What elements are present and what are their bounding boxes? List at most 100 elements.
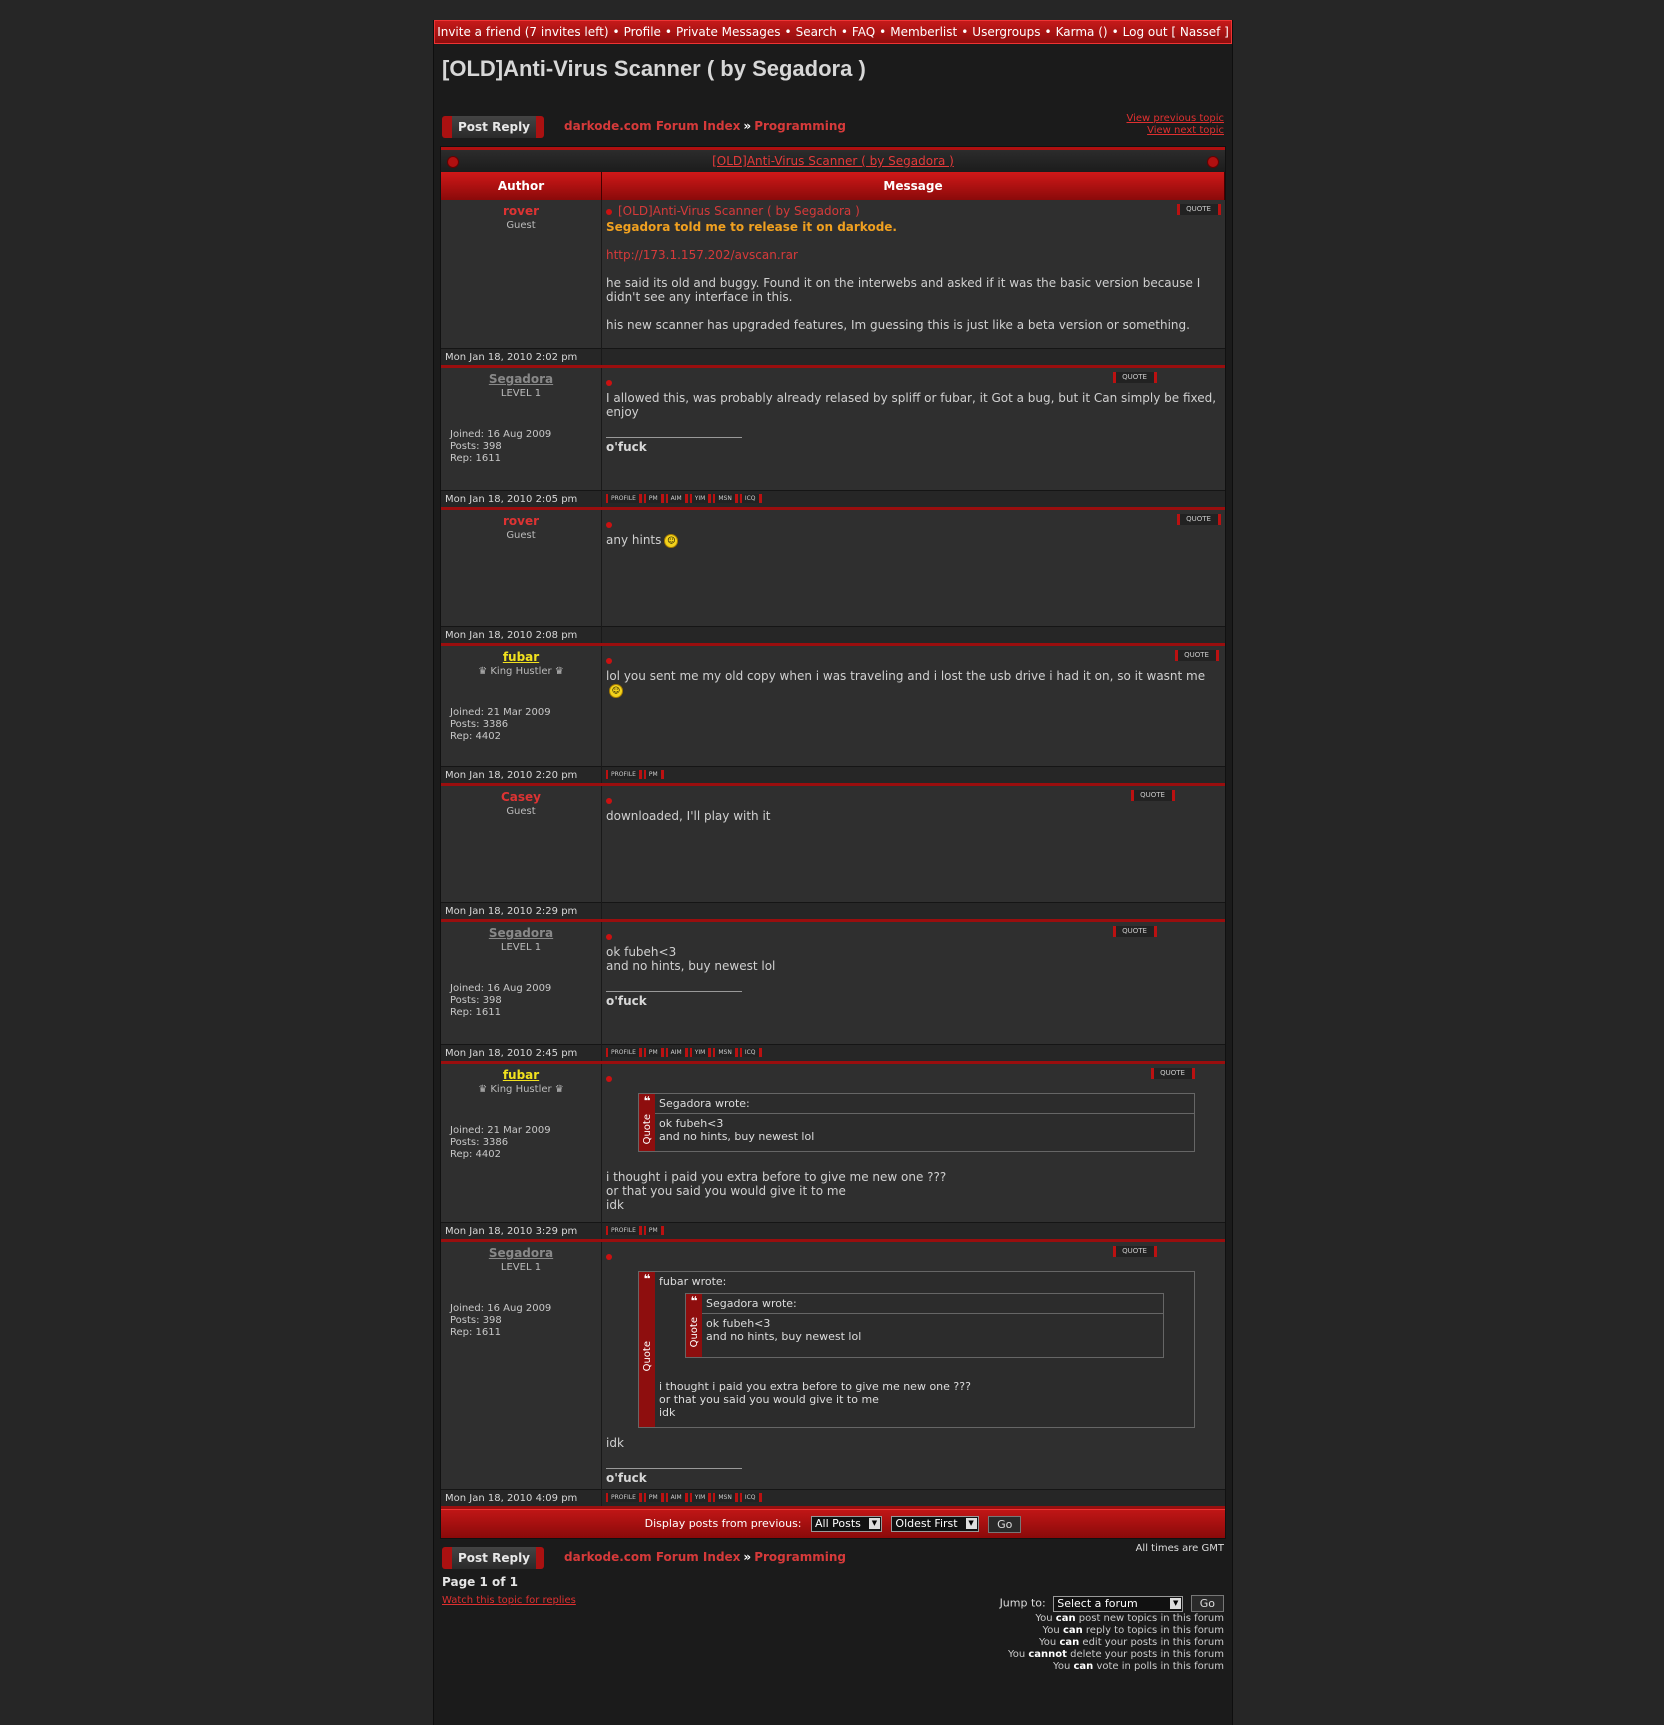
dropdown-arrow-icon: ▼: [1170, 1597, 1182, 1609]
nav-search[interactable]: Search: [796, 25, 837, 39]
aim-button[interactable]: AIM: [665, 1493, 688, 1502]
quote-button[interactable]: QUOTE: [1112, 926, 1157, 937]
icq-button[interactable]: ICQ: [739, 1493, 762, 1502]
post-row: fubar ♛ King Hustler ♛ Joined: 21 Mar 20…: [441, 1062, 1225, 1223]
yim-button[interactable]: YIM: [689, 1048, 712, 1057]
author-rank: Guest: [506, 220, 536, 231]
breadcrumb-forum-index[interactable]: darkode.com Forum Index: [564, 1550, 740, 1564]
quote-body: Segadora wrote: ok fubeh<3 and no hints,…: [655, 1094, 1194, 1151]
quote-block: ❝ Quote Segadora wrote: ok fubeh<3 and no…: [638, 1093, 1195, 1152]
pm-button[interactable]: PM: [643, 770, 664, 779]
nav-memberlist[interactable]: Memberlist: [890, 25, 957, 39]
icq-button[interactable]: ICQ: [739, 1048, 762, 1057]
profile-button[interactable]: PROFILE: [606, 1493, 642, 1502]
author-name[interactable]: fubar: [441, 1068, 601, 1082]
view-previous-topic-link[interactable]: View previous topic: [1126, 113, 1224, 125]
post-signature: o'fuck: [606, 437, 742, 454]
navigation-row: Post Reply darkode.com Forum Index» Progr…: [442, 113, 1224, 142]
author-posts: Posts: 398: [450, 441, 502, 452]
author-stats: Joined: 21 Mar 2009 Posts: 3386 Rep: 440…: [450, 1125, 601, 1161]
permission-line: You can edit your posts in this forum: [1039, 1637, 1224, 1648]
post-reply-button[interactable]: Post Reply: [442, 116, 544, 138]
yim-button[interactable]: YIM: [689, 1493, 712, 1502]
post-text: ok fubeh<3: [606, 945, 677, 959]
post-message-cell: QUOTE any hints ☺: [601, 508, 1225, 627]
post-author-cell: rover Guest: [441, 508, 602, 627]
author-stats: Joined: 16 Aug 2009 Posts: 398 Rep: 1611: [450, 429, 601, 465]
pm-button[interactable]: PM: [643, 1048, 664, 1057]
author-name[interactable]: Segadora: [441, 1246, 601, 1260]
nav-private-messages[interactable]: Private Messages: [676, 25, 781, 39]
nav-faq[interactable]: FAQ: [852, 25, 875, 39]
post-footer-actions: [601, 348, 1225, 368]
author-rep: Rep: 1611: [450, 453, 501, 464]
post-footer: Mon Jan 18, 2010 2:08 pm: [441, 626, 1225, 646]
posts-range-select[interactable]: All Posts ▼: [811, 1516, 882, 1532]
msn-button[interactable]: MSN: [713, 1048, 738, 1057]
tongue-emoticon-icon: ☺: [609, 683, 623, 698]
post-signature: o'fuck: [606, 991, 742, 1008]
yim-button[interactable]: YIM: [689, 494, 712, 503]
msn-button[interactable]: MSN: [713, 494, 738, 503]
pm-button[interactable]: PM: [643, 494, 664, 503]
aim-button[interactable]: AIM: [665, 494, 688, 503]
quote-button[interactable]: QUOTE: [1174, 650, 1219, 661]
post-text: or that you said you would give it to me: [606, 1184, 846, 1198]
panel-topic-link[interactable]: [OLD]Anti-Virus Scanner ( by Segadora ): [712, 154, 954, 168]
nav-profile[interactable]: Profile: [624, 25, 661, 39]
author-posts: Posts: 3386: [450, 719, 509, 730]
quote-button[interactable]: QUOTE: [1112, 1246, 1157, 1257]
jump-go-button[interactable]: Go: [1190, 1595, 1224, 1612]
post-bullet-icon: [606, 797, 612, 804]
nav-logout[interactable]: Log out [ Nassef ]: [1123, 25, 1229, 39]
nav-karma[interactable]: Karma (): [1056, 25, 1108, 39]
post-author-cell: Segadora LEVEL 1 Joined: 16 Aug 2009 Pos…: [441, 920, 602, 1045]
profile-button[interactable]: PROFILE: [606, 770, 642, 779]
post-subject: [606, 1068, 1221, 1087]
author-name[interactable]: Segadora: [441, 372, 601, 386]
post-author-cell: fubar ♛ King Hustler ♛ Joined: 21 Mar 20…: [441, 644, 602, 767]
breadcrumb-forum[interactable]: Programming: [754, 1550, 846, 1564]
post-text-content: any hints: [606, 533, 662, 547]
quote-button[interactable]: QUOTE: [1176, 204, 1221, 215]
profile-button[interactable]: PROFILE: [606, 1226, 642, 1235]
quote-button[interactable]: QUOTE: [1130, 790, 1175, 801]
display-go-button[interactable]: Go: [988, 1515, 1022, 1533]
post-footer-actions: PROFILE PM AIM YIM MSN ICQ: [601, 1489, 1225, 1509]
breadcrumb-forum-index[interactable]: darkode.com Forum Index: [564, 119, 740, 133]
sort-order-select[interactable]: Oldest First ▼: [891, 1516, 979, 1532]
aim-button[interactable]: AIM: [665, 1048, 688, 1057]
jump-to-select[interactable]: Select a forum ▼: [1053, 1595, 1184, 1612]
post-message-cell: QUOTE ❝ Quote fubar wrote: ❝ Quote Segador…: [601, 1240, 1225, 1490]
msn-button[interactable]: MSN: [713, 1493, 738, 1502]
quote-button[interactable]: QUOTE: [1176, 514, 1221, 525]
view-next-topic-link[interactable]: View next topic: [1126, 125, 1224, 137]
post-date: Mon Jan 18, 2010 2:29 pm: [441, 902, 602, 922]
pm-button[interactable]: PM: [643, 1226, 664, 1235]
post-message-cell: QUOTE lol you sent me my old copy when i…: [601, 644, 1225, 767]
nav-usergroups[interactable]: Usergroups: [972, 25, 1040, 39]
author-name[interactable]: fubar: [441, 650, 601, 664]
breadcrumb-separator: »: [743, 119, 752, 133]
quote-word: Quote: [688, 1317, 700, 1348]
pm-button[interactable]: PM: [643, 1493, 664, 1502]
post-reply-button-bottom[interactable]: Post Reply: [442, 1547, 544, 1569]
quote-button[interactable]: QUOTE: [1112, 372, 1157, 383]
quote-word: Quote: [641, 1114, 653, 1145]
post-link[interactable]: http://173.1.157.202/avscan.rar: [606, 248, 1221, 262]
post-row: Segadora LEVEL 1 Joined: 16 Aug 2009 Pos…: [441, 1240, 1225, 1490]
profile-button[interactable]: PROFILE: [606, 494, 642, 503]
quote-text: ok fubeh<3 and no hints, buy newest lol: [706, 1317, 862, 1343]
author-rep: Rep: 1611: [450, 1007, 501, 1018]
author-joined: Joined: 16 Aug 2009: [450, 1303, 552, 1314]
post-message-cell: QUOTE ❝ Quote Segadora wrote: ok fubeh<3 …: [601, 1062, 1225, 1223]
author-name[interactable]: Segadora: [441, 926, 601, 940]
breadcrumb-forum[interactable]: Programming: [754, 119, 846, 133]
post-footer-actions: PROFILE PM AIM YIM MSN ICQ: [601, 1044, 1225, 1064]
nav-invite[interactable]: Invite a friend (7 invites left): [437, 25, 608, 39]
icq-button[interactable]: ICQ: [739, 494, 762, 503]
watch-topic-link[interactable]: Watch this topic for replies: [442, 1595, 576, 1606]
quote-button[interactable]: QUOTE: [1150, 1068, 1195, 1079]
profile-button[interactable]: PROFILE: [606, 1048, 642, 1057]
post-footer: Mon Jan 18, 2010 2:02 pm: [441, 348, 1225, 368]
